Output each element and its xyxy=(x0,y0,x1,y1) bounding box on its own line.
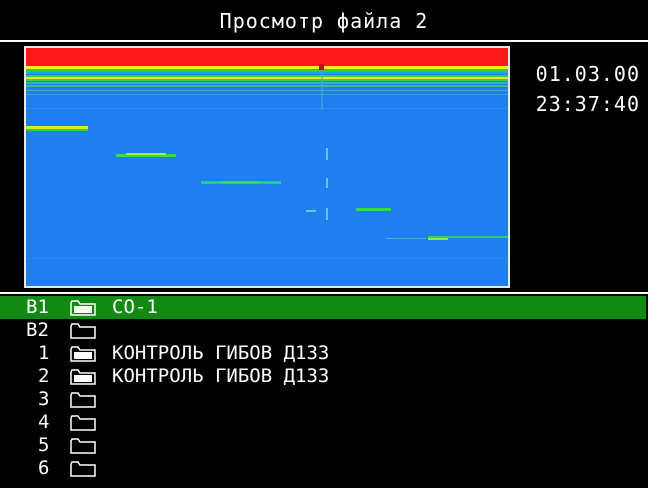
list-item-index: 6 xyxy=(38,457,50,479)
list-item[interactable]: 2 КОНТРОЛЬ ГИБОВ Д133 xyxy=(0,365,646,388)
scan-image xyxy=(26,48,508,286)
list-item[interactable]: В1 СО-1 xyxy=(0,296,646,319)
list-item[interactable]: 1 КОНТРОЛЬ ГИБОВ Д133 xyxy=(0,342,646,365)
list-item[interactable]: 4 xyxy=(0,411,646,434)
folder-filled-icon xyxy=(70,346,96,362)
list-item[interactable]: 6 xyxy=(0,457,646,480)
list-item-label: КОНТРОЛЬ ГИБОВ Д133 xyxy=(112,365,330,387)
file-list: В1 СО-1 В2 1 КОНТРОЛЬ ГИБОВ Д133 2 КОНТРОЛЬ ГИ… xyxy=(0,296,648,480)
page-title: Просмотр файла 2 xyxy=(219,9,429,33)
folder-empty-icon xyxy=(70,323,96,339)
list-item-label: КОНТРОЛЬ ГИБОВ Д133 xyxy=(112,342,330,364)
folder-empty-icon xyxy=(70,392,96,408)
list-item-label: СО-1 xyxy=(112,296,158,318)
list-item-index: 5 xyxy=(38,434,50,456)
list-item-index: 1 xyxy=(38,342,50,364)
list-item[interactable]: В2 xyxy=(0,319,646,342)
folder-empty-icon xyxy=(70,415,96,431)
scan-image-frame xyxy=(24,46,510,288)
folder-filled-icon xyxy=(70,369,96,385)
list-item-index: В2 xyxy=(26,319,49,341)
time-readout: 23:37:40 xyxy=(535,92,640,116)
folder-empty-icon xyxy=(70,461,96,477)
folder-empty-icon xyxy=(70,438,96,454)
list-item-index: В1 xyxy=(26,296,49,318)
title-bar: Просмотр файла 2 xyxy=(0,0,648,42)
list-item[interactable]: 5 xyxy=(0,434,646,457)
folder-filled-icon xyxy=(70,300,96,316)
list-item-index: 3 xyxy=(38,388,50,410)
file-preview-panel: 01.03.00 23:37:40 xyxy=(0,42,648,292)
date-readout: 01.03.00 xyxy=(535,62,640,86)
list-item-index: 2 xyxy=(38,365,50,387)
divider xyxy=(0,292,648,294)
list-item-index: 4 xyxy=(38,411,50,433)
list-item[interactable]: 3 xyxy=(0,388,646,411)
